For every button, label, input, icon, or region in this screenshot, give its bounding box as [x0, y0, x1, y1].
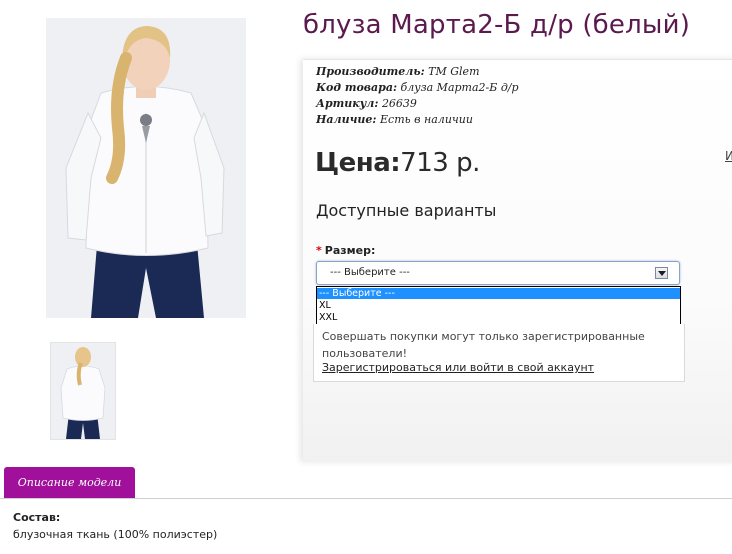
meta-value: 26639: [381, 97, 417, 110]
model-photo-illustration: [46, 18, 246, 318]
product-title: блуза Марта2-Б д/р (белый): [303, 10, 691, 40]
meta-value: блуза Марта2-Б д/р: [400, 81, 519, 94]
meta-article: Артикул: 26639: [316, 97, 417, 110]
required-mark: *: [316, 244, 322, 257]
price-label: Цена:: [315, 148, 401, 178]
size-dropdown-list: --- Выберите --- XL XXL: [316, 286, 681, 325]
composition-text: блузочная ткань (100% полиэстер): [13, 528, 218, 541]
product-price: Цена:713 р.: [315, 148, 480, 178]
size-option[interactable]: XXL: [317, 312, 680, 323]
tab-description[interactable]: Описание модели: [4, 467, 135, 499]
tab-divider: [0, 498, 732, 499]
size-option[interactable]: XL: [317, 300, 680, 311]
meta-availability: Наличие: Есть в наличии: [316, 113, 473, 126]
login-notice: Совершать покупки могут только зарегистр…: [313, 324, 685, 382]
available-options-heading: Доступные варианты: [316, 201, 497, 220]
meta-label: Код товара:: [316, 81, 398, 94]
size-label: * Размер:: [316, 244, 375, 257]
thumbnail-photo-illustration: [51, 343, 115, 439]
composition-heading: Состав:: [13, 511, 61, 524]
meta-label: Производитель:: [316, 65, 425, 78]
size-option[interactable]: --- Выберите ---: [317, 288, 680, 299]
meta-product-code: Код товара: блуза Марта2-Б д/р: [316, 81, 519, 94]
meta-label: Наличие:: [316, 113, 377, 126]
login-link[interactable]: Зарегистрироваться или войти в свой акка…: [322, 361, 594, 374]
meta-value: Есть в наличии: [380, 113, 473, 126]
product-main-image[interactable]: [46, 18, 246, 318]
chevron-down-icon[interactable]: [655, 267, 668, 279]
edge-link[interactable]: И: [725, 149, 732, 163]
size-label-text: Размер:: [324, 244, 376, 257]
meta-label: Артикул:: [316, 97, 379, 110]
size-select-value: --- Выберите ---: [330, 267, 410, 278]
login-notice-text: Совершать покупки могут только зарегистр…: [322, 330, 645, 360]
meta-value: ТМ Glem: [428, 65, 480, 78]
price-value: 713 р.: [400, 148, 480, 178]
size-select[interactable]: --- Выберите ---: [316, 261, 680, 285]
product-thumbnail[interactable]: [50, 342, 116, 440]
meta-manufacturer: Производитель: ТМ Glem: [316, 65, 480, 78]
